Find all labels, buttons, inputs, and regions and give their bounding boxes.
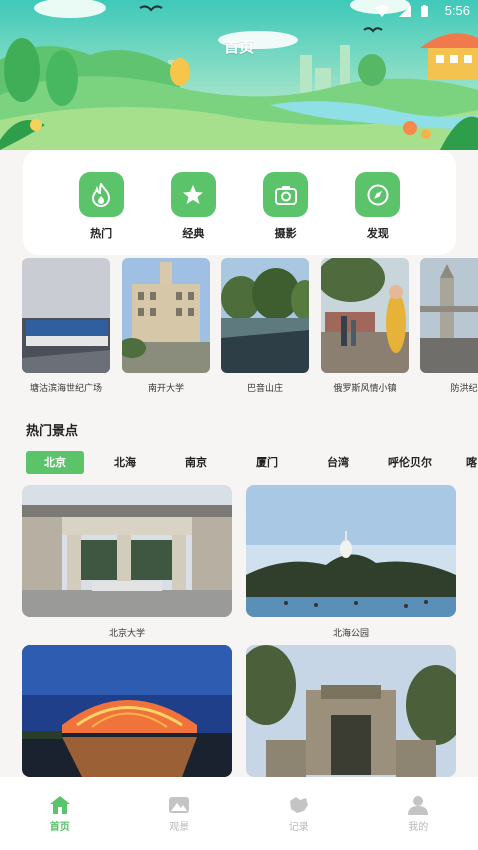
scenic-photo [420,258,478,373]
scenic-photo [221,258,309,373]
map-icon [289,797,308,813]
attraction-card[interactable]: 北京大学 [22,485,232,639]
user-icon [408,796,429,815]
tab-city[interactable]: 南京 [167,451,225,474]
nav-label: 记录 [288,822,309,833]
compass-icon [355,172,401,217]
tab-city[interactable]: 呼伦贝尔 [380,451,440,474]
city-tabs: 北京 北海 南京 厦门 台湾 呼伦贝尔 喀 [26,451,478,475]
quick-action-label: 摄影 [274,227,297,240]
nav-label: 我的 [408,822,429,833]
tab-city[interactable]: 喀 [466,451,478,474]
landscape-icon [169,797,190,813]
scenic-photo [22,258,110,373]
quick-action-discover[interactable]: 发现 [348,172,408,255]
scenic-photo [321,258,409,373]
attraction-photo [246,645,456,777]
flame-icon [78,172,124,217]
attraction-photo [22,645,232,777]
nav-view[interactable]: 观景 [120,777,240,850]
camera-icon [263,172,309,217]
tab-city[interactable]: 厦门 [238,451,296,474]
nav-label: 首页 [49,822,70,833]
attraction-card[interactable] [22,645,232,786]
star-icon [170,172,216,217]
scenic-card[interactable]: 防洪纪 [420,258,478,394]
tab-city[interactable]: 北海 [96,451,154,474]
scenic-name: 防洪纪 [450,384,478,394]
attraction-name: 北京大学 [108,629,145,639]
scenic-card[interactable]: 俄罗斯风情小镇 [321,258,409,394]
scenic-photo [122,258,210,373]
status-time: 5:56 [444,3,470,18]
scenic-card[interactable]: 南开大学 [122,258,210,394]
nav-record[interactable]: 记录 [239,777,359,850]
scenic-scroller[interactable]: 塘沽滨海世纪广场 南开大学 巴音山庄 俄罗斯风情小镇 防洪纪 [22,258,478,398]
attraction-name: 北海公园 [332,629,369,639]
header-illustration [0,0,478,175]
attraction-card[interactable] [246,645,456,786]
page-title: 首页 [223,38,254,56]
tab-city[interactable]: 北京 [26,451,84,474]
wifi-icon [375,5,389,17]
battery-icon [421,5,428,17]
quick-actions-card: 热门 经典 摄影 发现 [23,150,456,255]
scenic-name: 俄罗斯风情小镇 [333,384,397,394]
home-icon [49,796,70,814]
attraction-photo [246,485,456,617]
section-title: 热门景点 [26,424,79,439]
tab-city[interactable]: 台湾 [309,451,367,474]
status-icons [375,5,428,17]
attraction-card[interactable]: 北海公园 [246,485,456,639]
scenic-name: 塘沽滨海世纪广场 [29,384,102,394]
scenic-name: 巴音山庄 [246,384,283,394]
status-bar: 5:56 [0,0,478,24]
quick-action-label: 经典 [182,227,205,240]
nav-label: 观景 [169,822,190,833]
home-page: 5:56 首页 热门 经典 摄影 发现 塘沽滨海世纪广场 南开大学 巴音山庄 俄… [0,0,478,850]
scenic-card[interactable]: 塘沽滨海世纪广场 [22,258,110,394]
scenic-card[interactable]: 巴音山庄 [221,258,309,394]
bottom-nav: 首页 观景 记录 我的 [0,777,478,850]
attraction-photo [22,485,232,617]
scenic-name: 南开大学 [147,384,184,394]
nav-home[interactable]: 首页 [0,777,120,850]
quick-action-label: 热门 [90,227,113,240]
quick-action-label: 发现 [366,227,389,240]
nav-mine[interactable]: 我的 [359,777,478,850]
quick-action-classic[interactable]: 经典 [163,172,223,255]
quick-action-photo[interactable]: 摄影 [256,172,316,255]
signal-icon [399,5,411,17]
quick-action-hot[interactable]: 热门 [71,172,131,255]
